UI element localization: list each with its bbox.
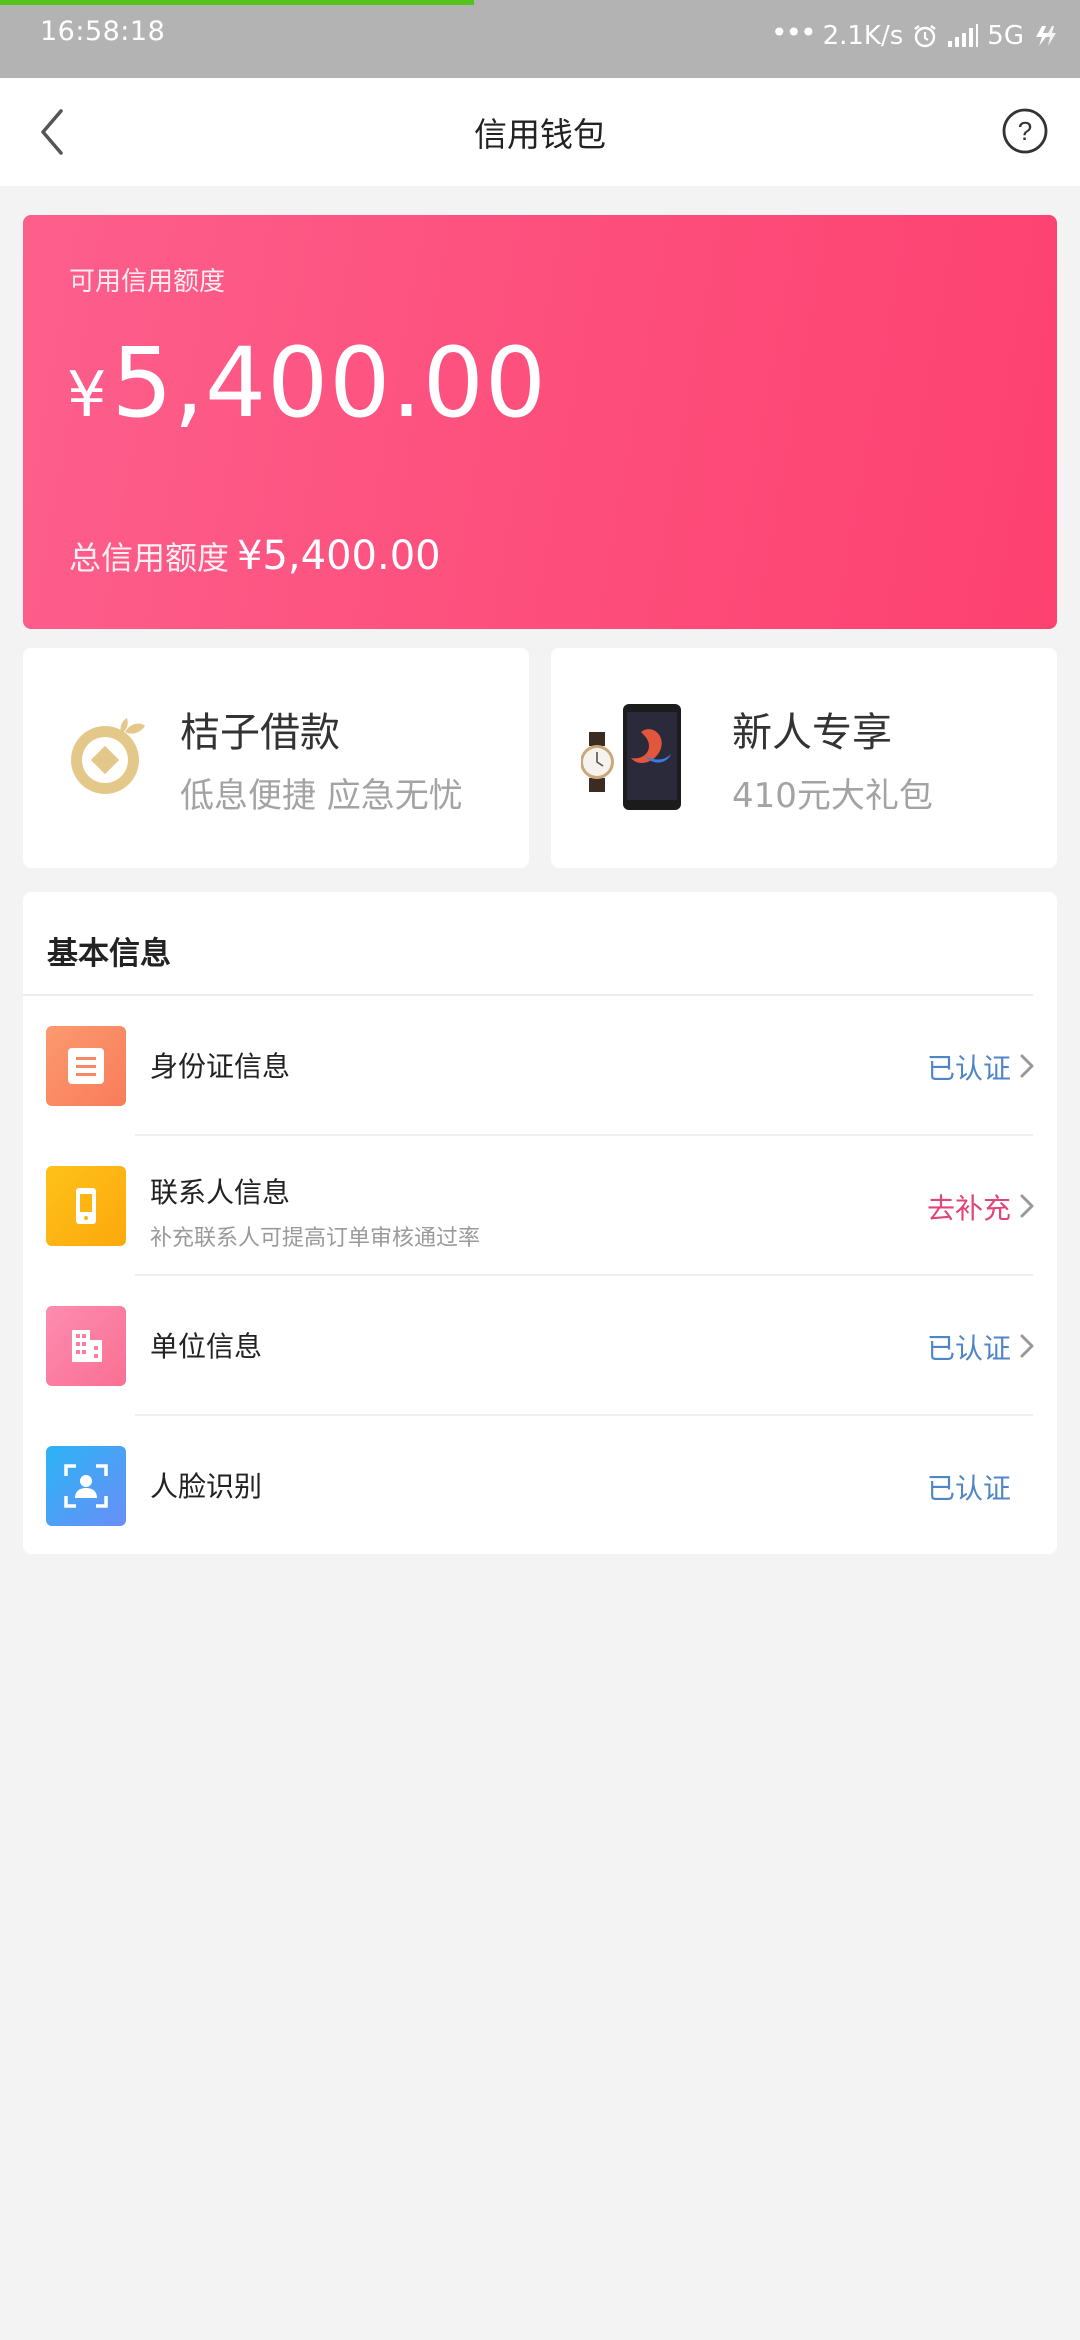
help-circle-icon: ?	[1002, 108, 1048, 154]
promo-loan-subtitle: 低息便捷 应急无忧	[180, 776, 463, 816]
chevron-right-icon	[1020, 1334, 1034, 1358]
total-credit-value: ¥5,400.00	[237, 533, 441, 579]
info-row-id-card[interactable]: 身份证信息 已认证	[23, 996, 1057, 1136]
total-credit: 总信用额度 ¥5,400.00	[69, 533, 441, 579]
row-label: 单位信息	[150, 1330, 263, 1363]
status-indicators: ••• 2.1K/s 5G	[771, 16, 1058, 56]
network-speed: 2.1K/s	[822, 21, 904, 51]
credit-limit-card: 可用信用额度 ¥ 5,400.00 总信用额度 ¥5,400.00	[23, 215, 1057, 629]
coin-icon	[71, 718, 145, 794]
help-button[interactable]: ?	[1000, 106, 1050, 156]
promo-newuser-title: 新人专享	[732, 710, 892, 756]
row-label: 人脸识别	[150, 1470, 263, 1503]
row-label: 联系人信息	[150, 1176, 291, 1209]
title-bar: 信用钱包 ?	[0, 78, 1080, 186]
5g-icon: 5G	[987, 21, 1024, 51]
id-card-icon	[46, 1026, 126, 1106]
phone-icon	[46, 1166, 126, 1246]
available-credit-label: 可用信用额度	[69, 267, 226, 297]
watch-phone-icon	[581, 704, 681, 810]
info-row-face-recognition[interactable]: 人脸识别 已认证	[23, 1416, 1057, 1556]
info-row-contacts[interactable]: 联系人信息 补充联系人可提高订单审核通过率 去补充	[23, 1136, 1057, 1276]
svg-text:?: ?	[1018, 116, 1032, 146]
row-subtitle: 补充联系人可提高订单审核通过率	[150, 1226, 481, 1251]
chevron-right-icon	[1020, 1054, 1034, 1078]
available-credit-amount: ¥ 5,400.00	[67, 335, 547, 431]
total-credit-label: 总信用额度	[69, 539, 230, 577]
promo-loan-card[interactable]: 桔子借款 低息便捷 应急无忧	[23, 648, 529, 868]
signal-icon	[947, 23, 979, 49]
currency-symbol: ¥	[67, 358, 108, 431]
page-load-progress	[0, 0, 474, 5]
info-row-employer[interactable]: 单位信息 已认证	[23, 1276, 1057, 1416]
charging-icon	[1032, 24, 1058, 48]
section-title: 基本信息	[47, 936, 171, 972]
row-status: 已认证	[926, 1472, 1011, 1505]
alarm-icon	[911, 22, 939, 50]
status-time: 16:58:18	[40, 16, 166, 47]
more-dots-icon: •••	[771, 15, 817, 49]
row-status: 去补充	[926, 1192, 1011, 1225]
chevron-right-icon	[1020, 1194, 1034, 1218]
promo-newuser-subtitle: 410元大礼包	[732, 776, 933, 816]
promo-loan-title: 桔子借款	[180, 710, 340, 756]
row-status: 已认证	[926, 1052, 1011, 1085]
available-amount-value: 5,400.00	[111, 327, 547, 439]
basic-info-section: 基本信息 身份证信息 已认证 联系人信息 补充联系人可提高订单审核通过率 去补充…	[23, 892, 1057, 1554]
row-status: 已认证	[926, 1332, 1011, 1365]
promo-newuser-card[interactable]: 新人专享 410元大礼包	[551, 648, 1057, 868]
page-title: 信用钱包	[474, 115, 606, 154]
row-label: 身份证信息	[150, 1050, 291, 1083]
face-scan-icon	[46, 1446, 126, 1526]
building-icon	[46, 1306, 126, 1386]
status-bar: 16:58:18 ••• 2.1K/s 5G	[0, 0, 1080, 78]
